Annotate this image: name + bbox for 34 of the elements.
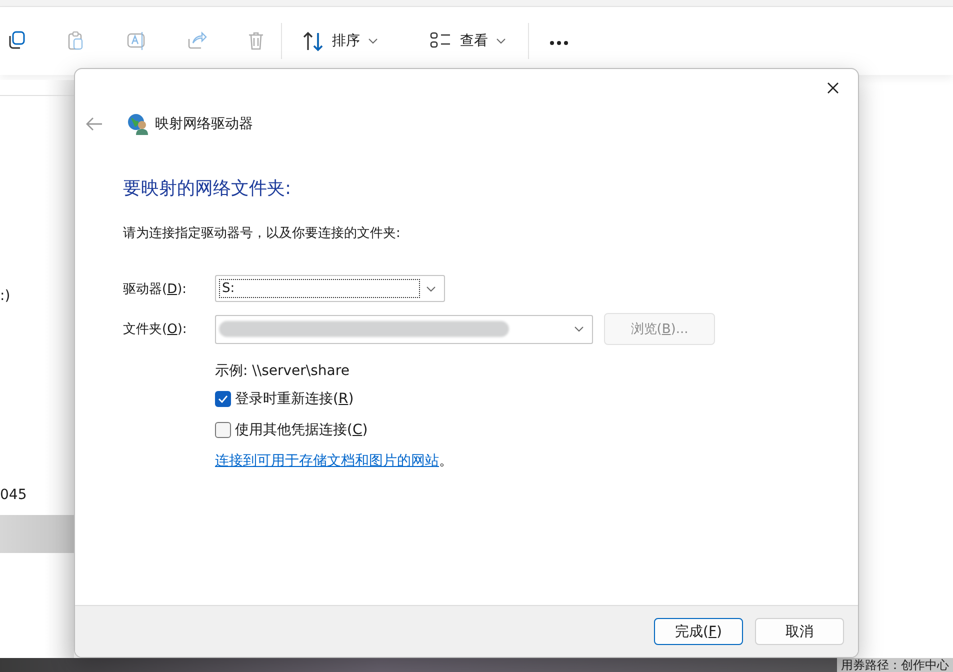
check-icon (218, 395, 228, 403)
caret-icon (368, 38, 378, 44)
status-text: 用券路径：创作中心 (837, 658, 953, 672)
dialog-heading: 要映射的网络文件夹: (123, 177, 292, 201)
list-item[interactable]: :) (0, 277, 74, 315)
list-item[interactable] (0, 515, 74, 553)
dialog-button[interactable]: 完成(F) (654, 618, 743, 645)
punctuation: 。 (439, 452, 453, 470)
drive-dropdown[interactable]: S: (215, 275, 445, 302)
checkbox[interactable] (215, 422, 231, 438)
caret-icon (426, 286, 436, 292)
close-icon (827, 82, 839, 94)
folder-dropdown[interactable] (215, 314, 593, 344)
drive-value: S: (219, 279, 420, 298)
checkbox-label[interactable]: 登录时重新连接(R) (235, 390, 354, 408)
checkbox-label[interactable]: 使用其他凭据连接(C) (235, 421, 368, 439)
folder-label: 文件夹(O): (123, 321, 188, 338)
list-item[interactable]: 045 (0, 476, 74, 514)
caret-icon (496, 38, 506, 44)
more-icon (549, 40, 569, 46)
dialog-title: 映射网络驱动器 (155, 115, 253, 133)
sort-menu-button[interactable]: 排序 (294, 23, 386, 59)
instruction-text: 请为连接指定驱动器号，以及你要连接的文件夹: (123, 225, 402, 243)
caret-icon (574, 326, 584, 332)
sort-icon (302, 30, 324, 52)
drive-label: 驱动器(D): (123, 280, 188, 298)
dialog-button[interactable]: 取消 (755, 618, 844, 645)
website-link[interactable]: 连接到可用于存储文档和图片的网站 (215, 452, 439, 470)
back-button[interactable] (85, 117, 103, 131)
checkbox[interactable] (215, 391, 231, 407)
example-text: 示例: \\server\share (215, 362, 350, 380)
globe-user-icon (127, 113, 149, 135)
view-menu-button[interactable]: 查看 (422, 23, 514, 59)
back-arrow-icon (85, 117, 103, 131)
